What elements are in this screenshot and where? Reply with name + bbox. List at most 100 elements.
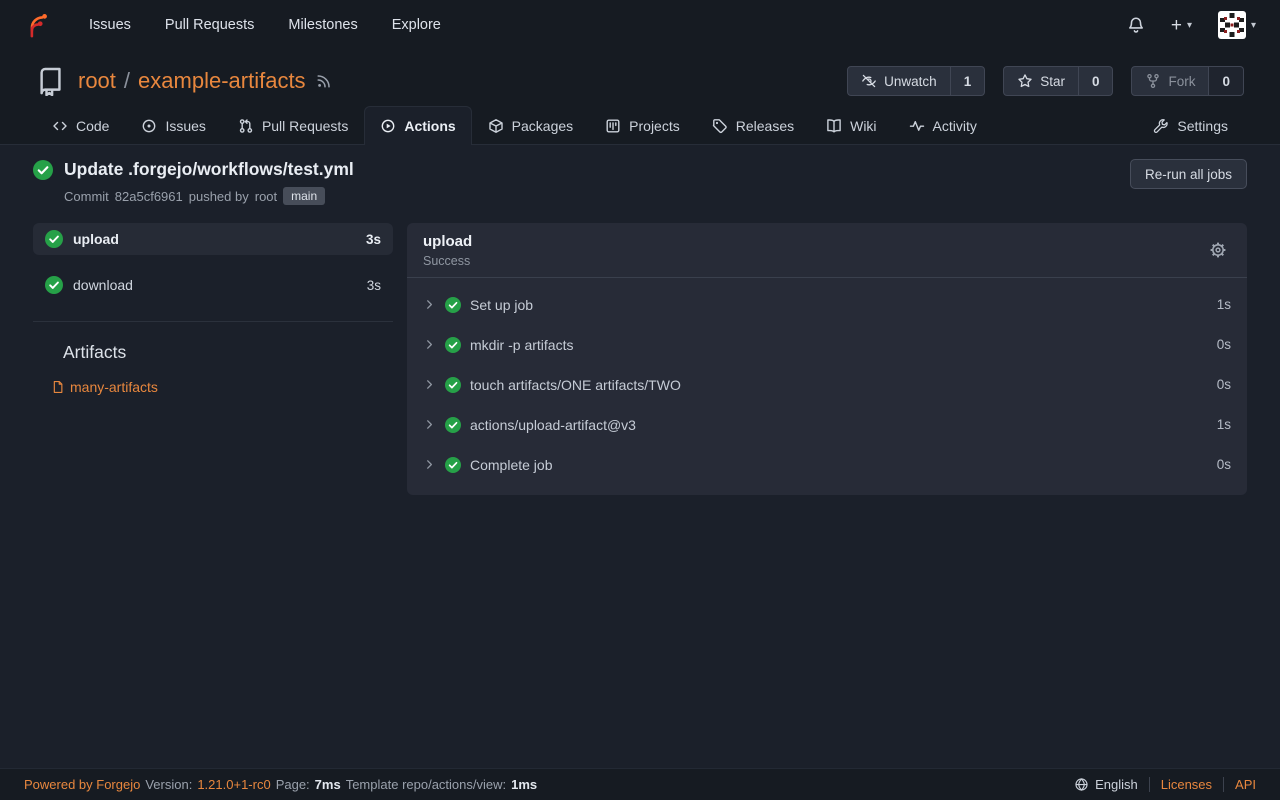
nav-links: Issues Pull Requests Milestones Explore — [89, 17, 441, 33]
step-row[interactable]: mkdir -p artifacts 0s — [407, 325, 1247, 365]
stars-count-button[interactable]: 0 — [1079, 66, 1114, 96]
tab-issues[interactable]: Issues — [125, 106, 221, 145]
watch-button-group: Unwatch 1 — [847, 66, 985, 96]
api-link[interactable]: API — [1235, 777, 1256, 792]
repo-breadcrumb: root / example-artifacts — [78, 68, 306, 94]
step-duration: 1s — [1217, 417, 1231, 432]
step-row[interactable]: Set up job 1s — [407, 285, 1247, 325]
step-row[interactable]: actions/upload-artifact@v3 1s — [407, 405, 1247, 445]
template-time-value: 1ms — [511, 777, 537, 792]
bell-icon — [1127, 16, 1145, 34]
project-board-icon — [605, 118, 621, 134]
star-icon — [1017, 73, 1033, 89]
tab-label: Settings — [1177, 118, 1228, 134]
play-circle-icon — [380, 118, 396, 134]
plus-icon: + — [1171, 16, 1182, 35]
artifacts-heading: Artifacts — [51, 342, 393, 363]
pusher-link[interactable]: root — [255, 189, 277, 204]
version-link[interactable]: 1.21.0+1-rc0 — [197, 777, 270, 792]
forgejo-logo[interactable] — [24, 12, 51, 39]
gear-icon — [1209, 241, 1227, 259]
step-row[interactable]: Complete job 0s — [407, 445, 1247, 485]
tab-projects[interactable]: Projects — [589, 106, 696, 145]
notifications-button[interactable] — [1127, 16, 1145, 34]
artifact-link-many-artifacts[interactable]: many-artifacts — [51, 379, 393, 395]
job-item-download[interactable]: download 3s — [33, 269, 393, 301]
create-new-dropdown[interactable]: +▾ — [1171, 16, 1192, 35]
job-status-label: Success — [423, 254, 472, 268]
tab-label: Code — [76, 118, 109, 134]
rss-icon — [316, 73, 332, 89]
actions-run-view: Update .forgejo/workflows/test.yml Commi… — [0, 145, 1280, 768]
powered-by-link[interactable]: Powered by Forgejo — [24, 777, 140, 792]
repo-tabs: Code Issues Pull Requests Actions Packag… — [24, 106, 1256, 145]
version-label: Version: — [145, 777, 192, 792]
tab-wiki[interactable]: Wiki — [810, 106, 892, 145]
language-label: English — [1095, 777, 1138, 792]
nav-link-issues[interactable]: Issues — [89, 17, 131, 33]
step-name: Complete job — [470, 457, 553, 473]
run-title-block: Update .forgejo/workflows/test.yml Commi… — [33, 159, 354, 205]
branch-badge[interactable]: main — [283, 187, 325, 205]
tab-activity[interactable]: Activity — [893, 106, 993, 145]
unwatch-label: Unwatch — [884, 74, 937, 89]
tab-packages[interactable]: Packages — [472, 106, 589, 145]
job-name: download — [73, 277, 133, 293]
repo-owner-link[interactable]: root — [78, 68, 116, 94]
licenses-link[interactable]: Licenses — [1161, 777, 1212, 792]
user-menu-dropdown[interactable]: ▾ — [1218, 11, 1256, 39]
check-circle-icon — [445, 377, 461, 393]
tab-releases[interactable]: Releases — [696, 106, 810, 145]
step-row[interactable]: touch artifacts/ONE artifacts/TWO 0s — [407, 365, 1247, 405]
footer-links: English Licenses API — [1074, 777, 1256, 792]
check-circle-icon — [445, 417, 461, 433]
jobs-sidebar: upload 3s download 3s Artifacts many-art… — [33, 223, 393, 395]
rerun-all-jobs-button[interactable]: Re-run all jobs — [1130, 159, 1247, 189]
watchers-count-button[interactable]: 1 — [951, 66, 986, 96]
run-title: Update .forgejo/workflows/test.yml — [64, 159, 354, 180]
step-duration: 0s — [1217, 337, 1231, 352]
chevron-right-icon — [423, 378, 436, 391]
issue-icon — [141, 118, 157, 134]
tab-settings[interactable]: Settings — [1137, 106, 1244, 145]
tag-icon — [712, 118, 728, 134]
tab-label: Activity — [933, 118, 977, 134]
job-item-upload[interactable]: upload 3s — [33, 223, 393, 255]
step-name: mkdir -p artifacts — [470, 337, 573, 353]
chevron-right-icon — [423, 418, 436, 431]
star-button[interactable]: Star — [1003, 66, 1079, 96]
breadcrumb-separator: / — [124, 68, 130, 94]
tab-actions[interactable]: Actions — [364, 106, 471, 145]
top-navbar: Issues Pull Requests Milestones Explore … — [0, 0, 1280, 50]
code-icon — [52, 118, 68, 134]
step-duration: 0s — [1217, 377, 1231, 392]
tab-label: Pull Requests — [262, 118, 348, 134]
globe-icon — [1074, 777, 1089, 792]
nav-link-explore[interactable]: Explore — [392, 17, 441, 33]
tab-label: Packages — [512, 118, 573, 134]
tab-code[interactable]: Code — [36, 106, 125, 145]
page-footer: Powered by Forgejo Version: 1.21.0+1-rc0… — [0, 768, 1280, 800]
repo-name-link[interactable]: example-artifacts — [138, 68, 306, 94]
forks-count-button[interactable]: 0 — [1209, 66, 1244, 96]
commit-sha-link[interactable]: 82a5cf6961 — [115, 189, 183, 204]
nav-link-milestones[interactable]: Milestones — [288, 17, 357, 33]
pushed-by-label: pushed by — [189, 189, 249, 204]
rss-feed-button[interactable] — [316, 73, 332, 89]
page-time-value: 7ms — [315, 777, 341, 792]
nav-link-pull-requests[interactable]: Pull Requests — [165, 17, 254, 33]
job-options-button[interactable] — [1205, 237, 1231, 263]
check-circle-icon — [445, 297, 461, 313]
repo-action-buttons: Unwatch 1 Star 0 Fork 0 — [847, 66, 1244, 96]
run-commit-info: Commit 82a5cf6961 pushed by root main — [64, 187, 354, 205]
job-steps-list: Set up job 1s mkdir -p artifacts 0s touc… — [407, 278, 1247, 495]
fork-button[interactable]: Fork — [1131, 66, 1209, 96]
pulse-icon — [909, 118, 925, 134]
language-selector[interactable]: English — [1074, 777, 1138, 792]
job-name: upload — [73, 231, 119, 247]
unwatch-button[interactable]: Unwatch — [847, 66, 951, 96]
step-name: Set up job — [470, 297, 533, 313]
pull-request-icon — [238, 118, 254, 134]
tab-pull-requests[interactable]: Pull Requests — [222, 106, 364, 145]
job-duration: 3s — [366, 232, 381, 247]
